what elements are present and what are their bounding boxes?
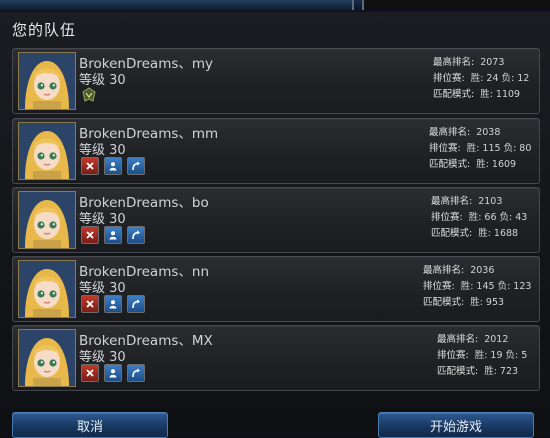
highest-rank-label: 最高排名:	[433, 57, 475, 68]
ranked-label: 排位赛:	[429, 143, 461, 154]
member-level: 等级 30	[79, 143, 126, 158]
promote-arrow-icon	[132, 368, 140, 378]
member-card: BrokenDreams、MX 等级 30 最高排名: 2012 排位赛: 胜: 1…	[12, 325, 540, 391]
normal-mode-wins: 胜: 953	[470, 297, 505, 308]
member-level: 等级 30	[79, 73, 126, 88]
view-profile-button[interactable]	[104, 157, 122, 175]
member-level: 等级 30	[79, 281, 126, 296]
highest-rank-label: 最高排名:	[431, 196, 473, 207]
kick-button[interactable]	[81, 364, 99, 382]
normal-mode-wins: 胜: 1609	[476, 159, 517, 170]
highest-rank-value: 2036	[470, 265, 495, 276]
member-card: BrokenDreams、nn 等级 30 最高排名: 2036 排位赛: 胜: 1…	[12, 256, 540, 322]
start-game-button[interactable]: 开始游戏	[378, 412, 534, 438]
member-actions	[81, 157, 145, 175]
player-profile-icon	[109, 300, 117, 309]
ranked-record: 胜: 19 负: 5	[474, 350, 528, 361]
panel-title: 您的队伍	[12, 21, 77, 39]
promote-arrow-icon	[132, 299, 140, 309]
normal-mode-wins: 胜: 1688	[478, 228, 519, 239]
ranked-record: 胜: 24 负: 12	[470, 73, 530, 84]
member-card: BrokenDreams、my 等级 30 最高排名: 2073 排位赛: 胜: 2…	[12, 48, 540, 114]
member-stats: 最高排名: 2073 排位赛: 胜: 24 负: 12 匹配模式: 胜: 1109	[433, 55, 529, 103]
member-actions	[81, 226, 145, 244]
kick-button[interactable]	[81, 295, 99, 313]
member-actions	[81, 364, 145, 382]
top-frame-left	[0, 0, 354, 10]
avatar[interactable]	[18, 329, 76, 387]
normal-mode-label: 匹配模式:	[437, 366, 479, 377]
avatar[interactable]	[18, 122, 76, 180]
ranked-label: 排位赛:	[423, 281, 455, 292]
promote-button[interactable]	[127, 157, 145, 175]
highest-rank-label: 最高排名:	[437, 334, 479, 345]
view-profile-button[interactable]	[104, 226, 122, 244]
cancel-button[interactable]: 取消	[12, 412, 168, 438]
kick-button[interactable]	[81, 157, 99, 175]
avatar[interactable]	[18, 260, 76, 318]
ranked-label: 排位赛:	[437, 350, 469, 361]
highest-rank-label: 最高排名:	[429, 127, 471, 138]
promote-button[interactable]	[127, 295, 145, 313]
highest-rank-value: 2012	[484, 334, 509, 345]
member-card: BrokenDreams、bo 等级 30 最高排名: 2103 排位赛: 胜: 6…	[12, 187, 540, 253]
highest-rank-value: 2038	[476, 127, 501, 138]
normal-mode-label: 匹配模式:	[431, 228, 473, 239]
view-profile-button[interactable]	[104, 364, 122, 382]
highest-rank-label: 最高排名:	[423, 265, 465, 276]
player-profile-icon	[109, 162, 117, 171]
normal-mode-label: 匹配模式:	[423, 297, 465, 308]
normal-mode-wins: 胜: 1109	[480, 89, 521, 100]
avatar[interactable]	[18, 191, 76, 249]
avatar[interactable]	[18, 52, 76, 110]
member-stats: 最高排名: 2036 排位赛: 胜: 145 负: 123 匹配模式: 胜: 953	[423, 263, 531, 311]
ranked-record: 胜: 145 负: 123	[460, 281, 532, 292]
kick-x-icon	[86, 162, 94, 170]
kick-x-icon	[86, 300, 94, 308]
promote-arrow-icon	[132, 230, 140, 240]
ranked-record: 胜: 115 负: 80	[466, 143, 532, 154]
ranked-label: 排位赛:	[431, 212, 463, 223]
player-profile-icon	[109, 231, 117, 240]
member-stats: 最高排名: 2038 排位赛: 胜: 115 负: 80 匹配模式: 胜: 1609	[429, 125, 531, 173]
promote-button[interactable]	[127, 364, 145, 382]
team-leader-badge-icon	[81, 87, 97, 103]
member-actions	[81, 295, 145, 313]
ranked-record: 胜: 66 负: 43	[468, 212, 528, 223]
member-stats: 最高排名: 2012 排位赛: 胜: 19 负: 5 匹配模式: 胜: 723	[437, 332, 527, 380]
normal-mode-label: 匹配模式:	[429, 159, 471, 170]
normal-mode-wins: 胜: 723	[484, 366, 519, 377]
kick-x-icon	[86, 369, 94, 377]
promote-button[interactable]	[127, 226, 145, 244]
kick-x-icon	[86, 231, 94, 239]
highest-rank-value: 2103	[478, 196, 503, 207]
promote-arrow-icon	[132, 161, 140, 171]
ranked-label: 排位赛:	[433, 73, 465, 84]
member-level: 等级 30	[79, 212, 126, 227]
normal-mode-label: 匹配模式:	[433, 89, 475, 100]
team-panel: 您的队伍 BrokenDreams、my 等级 30 最高排名: 2073 排位…	[0, 12, 550, 438]
member-stats: 最高排名: 2103 排位赛: 胜: 66 负: 43 匹配模式: 胜: 1688	[431, 194, 527, 242]
member-card: BrokenDreams、mm 等级 30 最高排名: 2038 排位赛: 胜: 1…	[12, 118, 540, 184]
top-frame-right	[362, 0, 550, 10]
member-level: 等级 30	[79, 350, 126, 365]
view-profile-button[interactable]	[104, 295, 122, 313]
player-profile-icon	[109, 369, 117, 378]
kick-button[interactable]	[81, 226, 99, 244]
highest-rank-value: 2073	[480, 57, 505, 68]
